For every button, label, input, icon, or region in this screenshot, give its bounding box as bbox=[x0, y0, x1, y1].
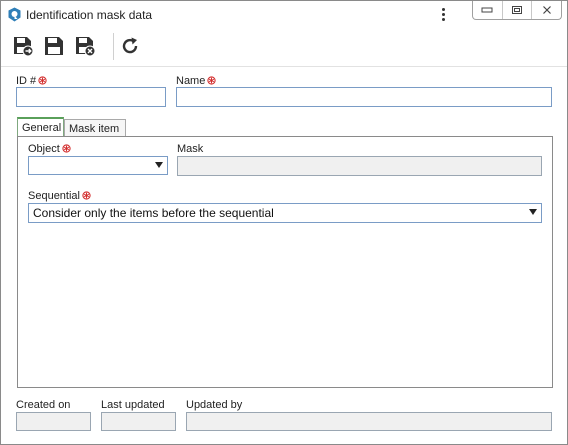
sequential-label-wrap: Sequential bbox=[28, 190, 91, 202]
close-icon[interactable] bbox=[531, 1, 561, 19]
required-asterisk-icon bbox=[38, 76, 47, 85]
object-label-wrap: Object bbox=[28, 143, 71, 155]
toolbar bbox=[1, 28, 567, 67]
object-select[interactable] bbox=[28, 156, 168, 175]
required-asterisk-icon bbox=[62, 144, 71, 153]
chevron-down-icon bbox=[155, 162, 163, 168]
sequential-select[interactable]: Consider only the items before the seque… bbox=[28, 203, 542, 223]
name-label-wrap: Name bbox=[176, 75, 216, 87]
save-icon bbox=[45, 37, 63, 55]
refresh-button[interactable] bbox=[118, 34, 142, 58]
window-title: Identification mask data bbox=[26, 8, 153, 22]
tab-mask-item[interactable]: Mask item bbox=[64, 119, 126, 137]
kebab-menu-icon[interactable] bbox=[439, 7, 447, 23]
last-updated-field bbox=[101, 412, 176, 431]
sequential-label: Sequential bbox=[28, 190, 80, 202]
last-updated-label: Last updated bbox=[101, 399, 165, 411]
toolbar-divider bbox=[113, 33, 114, 60]
save-and-new-icon bbox=[14, 37, 34, 57]
sequential-select-value: Consider only the items before the seque… bbox=[33, 206, 274, 220]
window-controls bbox=[472, 1, 562, 20]
created-on-field bbox=[16, 412, 91, 431]
app-logo-icon bbox=[8, 7, 21, 22]
save-and-close-icon bbox=[76, 37, 96, 57]
general-tab-panel: Object Mask Sequential Consider only the… bbox=[17, 136, 553, 388]
required-asterisk-icon bbox=[207, 76, 216, 85]
created-on-label: Created on bbox=[16, 399, 71, 411]
minimize-icon[interactable] bbox=[473, 1, 502, 19]
updated-by-label: Updated by bbox=[186, 399, 243, 411]
mask-label: Mask bbox=[177, 143, 204, 155]
required-asterisk-icon bbox=[82, 191, 91, 200]
object-label: Object bbox=[28, 143, 60, 155]
mask-field bbox=[177, 156, 542, 176]
name-label: Name bbox=[176, 75, 206, 87]
title-bar: Identification mask data bbox=[1, 1, 567, 28]
id-label-wrap: ID # bbox=[16, 75, 47, 87]
chevron-down-icon bbox=[529, 209, 537, 215]
id-label: ID # bbox=[16, 75, 37, 87]
restore-icon[interactable] bbox=[501, 1, 532, 19]
save-button[interactable] bbox=[42, 34, 66, 58]
id-input[interactable] bbox=[16, 87, 166, 107]
updated-by-field bbox=[186, 412, 552, 431]
refresh-icon bbox=[122, 37, 138, 54]
save-and-close-button[interactable] bbox=[73, 34, 97, 58]
tab-general[interactable]: General bbox=[17, 117, 64, 137]
save-and-new-button[interactable] bbox=[11, 34, 35, 58]
name-input[interactable] bbox=[176, 87, 552, 107]
identification-mask-window: Identification mask data ID # Name Gener… bbox=[0, 0, 568, 445]
